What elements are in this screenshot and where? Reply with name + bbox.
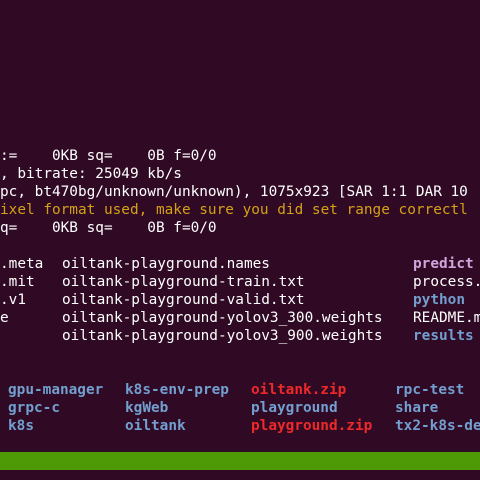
archive-file: playground.zip <box>251 418 373 434</box>
file-name: oiltank-playground.names <box>62 256 270 272</box>
directory-name: python <box>413 292 465 308</box>
directory-name: share <box>395 400 439 416</box>
file-name: oiltank-playground-yolov3_300.weights <box>62 310 383 326</box>
log-line: := 0KB sq= 0B f=0/0 <box>0 148 217 164</box>
archive-file: oiltank.zip <box>251 382 347 398</box>
warning-line: ixel format used, make sure you did set … <box>0 202 468 218</box>
listing-row: oiltank-playground-yolov3_900.weights re… <box>0 327 480 345</box>
file-name: e <box>0 310 9 326</box>
terminal-window[interactable]: := 0KB sq= 0B f=0/0 , bitrate: 25049 kb/… <box>0 0 480 480</box>
file-name: predict <box>413 256 474 272</box>
directory-name: oiltank <box>125 418 186 434</box>
dir-listing-row: grpc-c kgWeb playground share <box>0 399 480 417</box>
file-name: oiltank-playground-train.txt <box>62 274 305 290</box>
listing-row: .v1 oiltank-playground-valid.txt python <box>0 291 480 309</box>
tmux-status-bar <box>0 452 480 470</box>
file-name: process. <box>413 274 480 290</box>
file-name: .meta <box>0 256 44 272</box>
log-line: , bitrate: 25049 kb/s <box>0 166 182 182</box>
listing-row: .mit oiltank-playground-train.txt proces… <box>0 273 480 291</box>
directory-name: k8s-env-prep <box>125 382 229 398</box>
directory-name: results <box>413 328 474 344</box>
file-name: .mit <box>0 274 35 290</box>
file-name: README.m <box>413 310 480 326</box>
file-name: oiltank-playground-yolov3_900.weights <box>62 328 383 344</box>
log-line: q= 0KB sq= 0B f=0/0 <box>0 220 217 236</box>
listing-row: .meta oiltank-playground.names predict <box>0 255 480 273</box>
listing-row: e oiltank-playground-yolov3_300.weights … <box>0 309 480 327</box>
file-name: .v1 <box>0 292 26 308</box>
directory-name: gpu-manager <box>8 382 104 398</box>
log-line: pc, bt470bg/unknown/unknown), 1075x923 [… <box>0 184 468 200</box>
directory-name: k8s <box>8 418 34 434</box>
directory-name: rpc-test <box>395 382 465 398</box>
directory-name: playground <box>251 400 338 416</box>
directory-name: kgWeb <box>125 400 169 416</box>
directory-name: grpc-c <box>8 400 60 416</box>
dir-listing-row: gpu-manager k8s-env-prep oiltank.zip rpc… <box>0 381 480 399</box>
directory-name: tx2-k8s-de <box>395 418 480 434</box>
file-name: oiltank-playground-valid.txt <box>62 292 305 308</box>
dir-listing-row: k8s oiltank playground.zip tx2-k8s-de <box>0 417 480 435</box>
